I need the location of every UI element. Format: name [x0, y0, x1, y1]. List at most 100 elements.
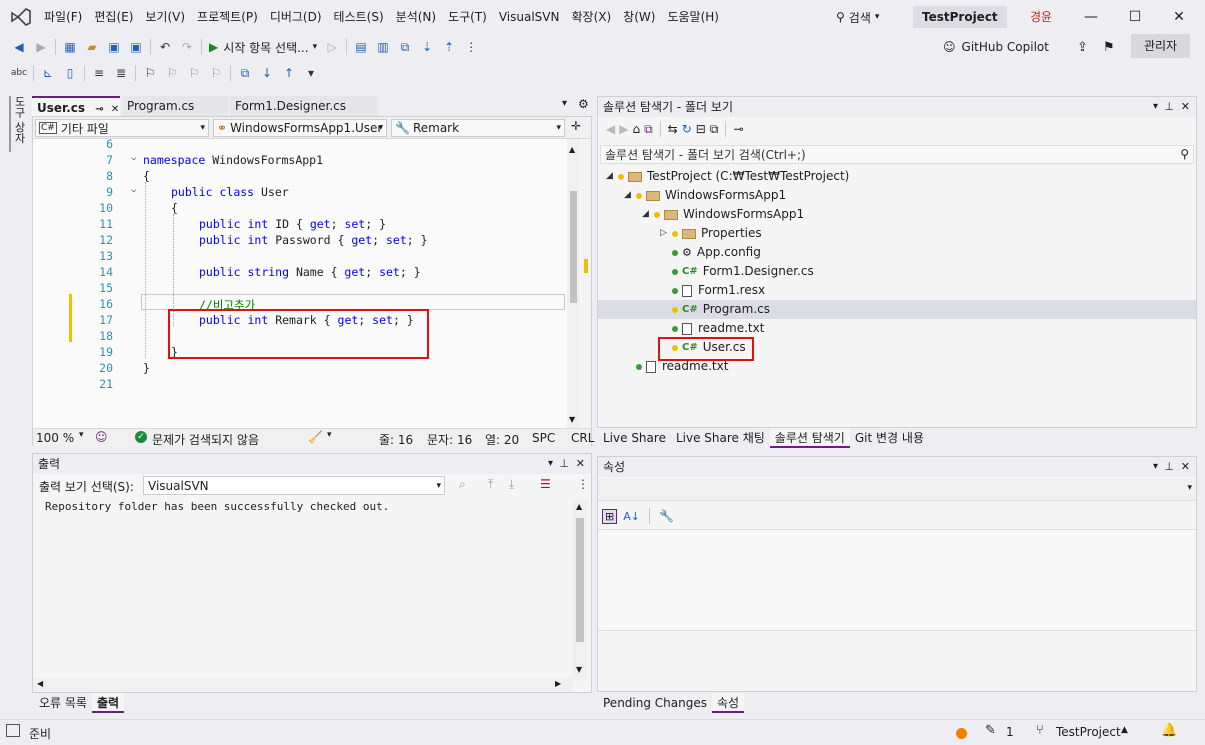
toolbox-tab[interactable]: 도구 상자	[9, 96, 27, 152]
account-avatar[interactable]: 경윤	[1030, 8, 1052, 25]
tree-item[interactable]: ◢ WindowsFormsApp1	[642, 205, 804, 224]
tab-output[interactable]: 출력	[91, 693, 125, 713]
col-indicator[interactable]: 열: 20	[485, 431, 519, 448]
zoom-level[interactable]: 100 %	[36, 431, 74, 445]
step-icon[interactable]: ⇣	[416, 36, 438, 58]
output-horizontal-scrollbar[interactable]: ◀ ▶	[33, 678, 573, 692]
open-folder-icon[interactable]: ▰	[81, 36, 103, 58]
split-icon[interactable]: ✛	[571, 119, 581, 133]
copilot-button[interactable]: ☺ GitHub Copilot	[943, 38, 1049, 56]
output-vertical-scrollbar[interactable]: ▲ ▼	[573, 500, 587, 680]
word-wrap-icon[interactable]: ⋮	[577, 477, 589, 491]
feedback-icon[interactable]: ⚑	[1103, 40, 1115, 55]
pending-edits-count[interactable]: 1	[1006, 725, 1014, 739]
menu-item[interactable]: 확장(X)	[566, 6, 618, 28]
tab-solution-explorer[interactable]: 솔루션 탐색기	[769, 428, 850, 448]
solution-search-input[interactable]: 솔루션 탐색기 - 폴더 보기 검색(Ctrl+;) ⚲	[600, 145, 1194, 164]
prev-message-icon[interactable]: ⤒	[488, 477, 493, 492]
sync-icon[interactable]: ⇆	[668, 122, 678, 136]
param-info-icon[interactable]: ▯	[59, 62, 81, 84]
char-indicator[interactable]: 문자: 16	[427, 431, 472, 448]
tab-pending-changes[interactable]: Pending Changes	[598, 693, 712, 713]
show-all-files-icon[interactable]: ⧉	[710, 122, 719, 137]
close-icon[interactable]: ✕	[1181, 97, 1190, 117]
redo-icon[interactable]: ↷	[176, 36, 198, 58]
cleanup-icon[interactable]: 🧹	[308, 430, 323, 444]
expand-arrow-icon[interactable]: ▷	[660, 224, 672, 243]
tree-item[interactable]: ▷ Properties	[660, 224, 762, 243]
branch-icon[interactable]: ⑂	[1036, 723, 1044, 738]
tab-user-cs[interactable]: User.cs ⊸ ✕	[32, 96, 120, 116]
menu-item[interactable]: 프로젝트(P)	[191, 6, 264, 28]
tree-item[interactable]: ⚙ App.config	[660, 243, 761, 262]
quick-info-icon[interactable]: ⊾	[37, 62, 59, 84]
line-indicator[interactable]: 줄: 16	[379, 431, 413, 448]
scroll-down-icon[interactable]: ▼	[569, 415, 575, 424]
menu-item[interactable]: 파일(F)	[38, 6, 88, 28]
scroll-right-icon[interactable]: ▶	[555, 679, 561, 688]
output-text[interactable]: Repository folder has been successfully …	[45, 500, 389, 513]
tab-properties[interactable]: 속성	[711, 693, 745, 713]
line-ending-indicator[interactable]: CRL	[571, 431, 594, 445]
output-source-dropdown[interactable]: VisualSVN ▾	[143, 476, 445, 495]
close-button[interactable]: ✕	[1157, 0, 1201, 34]
tree-item[interactable]: C# Program.cs	[598, 300, 1196, 319]
clear-all-icon[interactable]: ☰	[540, 477, 551, 491]
forward-icon[interactable]: ▶	[619, 122, 628, 136]
menu-item[interactable]: 테스트(S)	[328, 6, 390, 28]
menu-item[interactable]: 보기(V)	[139, 6, 191, 28]
expand-arrow-icon[interactable]: ◢	[606, 167, 618, 186]
properties-icon[interactable]: ⊸	[733, 122, 743, 136]
undo-icon[interactable]: ↶	[154, 36, 176, 58]
maximize-button[interactable]: ☐	[1113, 0, 1157, 34]
window-options-icon[interactable]: ▾	[1153, 457, 1158, 477]
scroll-left-icon[interactable]: ◀	[37, 679, 43, 688]
upload-icon[interactable]: ⇡	[438, 36, 460, 58]
browser-icon[interactable]: ▤	[350, 36, 372, 58]
next-bookmark-icon[interactable]: ⚐	[183, 62, 205, 84]
svn-commit-icon[interactable]: ↑	[278, 62, 300, 84]
layout-icon[interactable]: ▥	[372, 36, 394, 58]
tree-item[interactable]: ◢ WindowsFormsApp1	[624, 186, 786, 205]
pin-icon[interactable]: ⊥	[1164, 97, 1174, 117]
fold-icon[interactable]: ⌵	[131, 185, 136, 195]
new-project-icon[interactable]: ▦	[59, 36, 81, 58]
tab-program-cs[interactable]: Program.cs	[122, 96, 228, 116]
scroll-thumb[interactable]	[576, 518, 584, 642]
uncomment-icon[interactable]: ≣	[110, 62, 132, 84]
save-icon[interactable]: ▣	[103, 36, 125, 58]
menu-item[interactable]: VisualSVN	[493, 6, 566, 28]
spellcheck-icon[interactable]: abc	[8, 62, 30, 84]
overflow-icon[interactable]: ▾	[300, 62, 322, 84]
whitespace-indicator[interactable]: SPC	[532, 431, 555, 445]
share-icon[interactable]: ⇪	[1077, 40, 1088, 55]
collapse-all-icon[interactable]: ⊟	[696, 122, 706, 136]
search-button[interactable]: ⚲ 검색 ▾	[836, 6, 879, 28]
window-options-icon[interactable]: ▾	[1153, 97, 1158, 117]
minimize-button[interactable]: —	[1069, 0, 1113, 34]
repository-selector[interactable]: TestProject	[1056, 725, 1121, 739]
bell-icon[interactable]: 🔔	[1161, 723, 1177, 738]
tab-live-share[interactable]: Live Share	[598, 428, 671, 448]
expand-arrow-icon[interactable]: ◢	[624, 186, 636, 205]
tab-live-share-chat[interactable]: Live Share 채팅	[671, 428, 770, 448]
scroll-down-icon[interactable]: ▼	[576, 665, 582, 674]
back-icon[interactable]: ◀	[8, 36, 30, 58]
scroll-up-icon[interactable]: ▲	[576, 502, 582, 511]
scroll-thumb[interactable]	[570, 191, 577, 303]
property-pages-icon[interactable]: 🔧	[659, 509, 674, 523]
fold-icon[interactable]: ⌵	[131, 153, 136, 163]
categorized-icon[interactable]: ⊞	[602, 508, 618, 524]
object-selector-dropdown[interactable]: ▾	[598, 479, 1196, 501]
save-all-icon[interactable]: ▣	[125, 36, 147, 58]
switch-views-icon[interactable]: ⧉	[644, 122, 653, 137]
class-dropdown[interactable]: ⚭ WindowsFormsApp1.User ▾	[213, 119, 387, 137]
svn-icon[interactable]: ⧉	[234, 62, 256, 84]
pin-icon[interactable]: ⊸	[95, 104, 103, 115]
menu-item[interactable]: 편집(E)	[88, 6, 139, 28]
forward-icon[interactable]: ▶	[30, 36, 52, 58]
gear-icon[interactable]: ⚙	[578, 97, 589, 111]
tree-item[interactable]: Form1.resx	[660, 281, 765, 300]
comment-icon[interactable]: ≡	[88, 62, 110, 84]
back-icon[interactable]: ◀	[606, 122, 615, 136]
